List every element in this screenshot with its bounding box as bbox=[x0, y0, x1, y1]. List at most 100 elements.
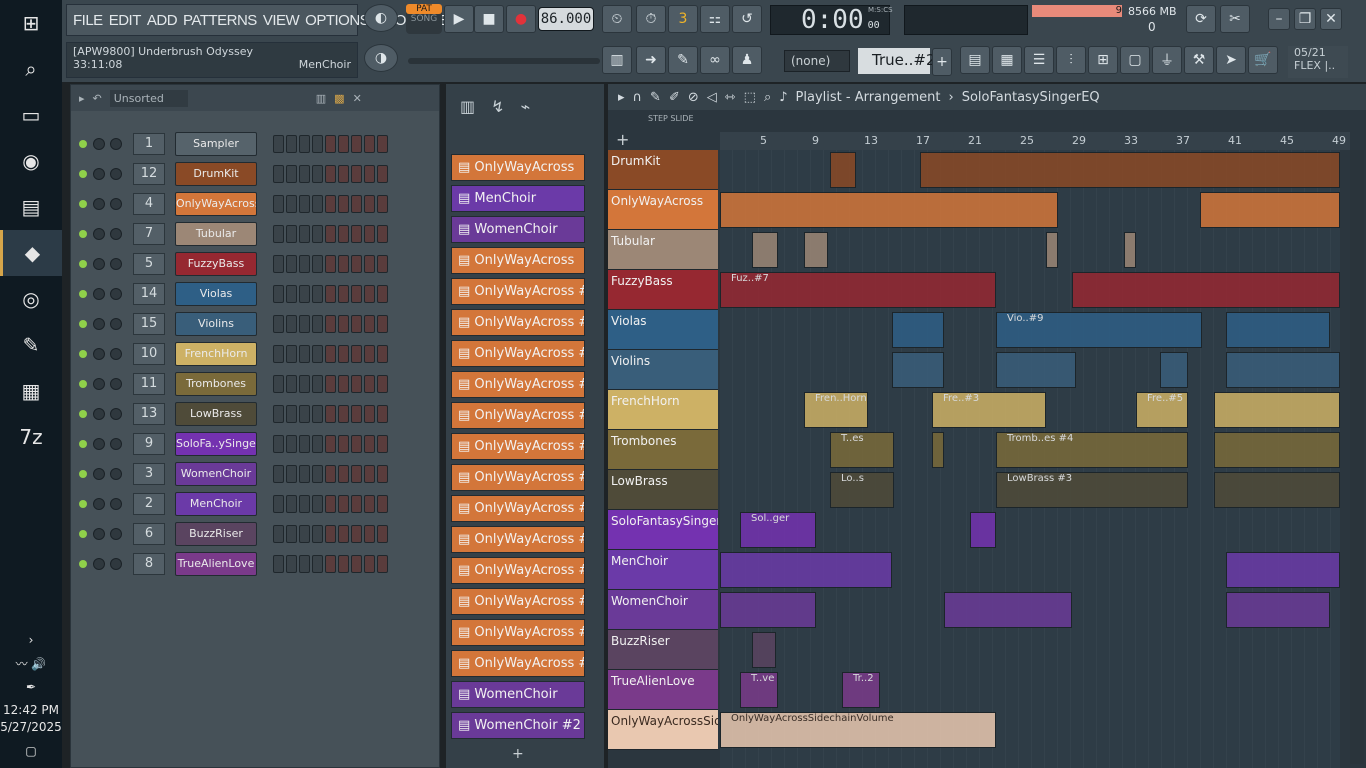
step-button[interactable] bbox=[351, 285, 362, 303]
clip[interactable] bbox=[1226, 552, 1340, 588]
clip[interactable] bbox=[830, 152, 856, 188]
clip[interactable]: Fre..#3 bbox=[932, 392, 1046, 428]
step-button[interactable] bbox=[351, 255, 362, 273]
step-button[interactable] bbox=[299, 195, 310, 213]
select-icon[interactable]: ⬚ bbox=[744, 90, 756, 105]
step-button[interactable] bbox=[364, 165, 375, 183]
link-icon[interactable]: ∞ bbox=[700, 46, 730, 74]
step-button[interactable] bbox=[338, 285, 349, 303]
pattern-item[interactable]: ▤ OnlyWayAcross #6 bbox=[451, 402, 585, 429]
step-button[interactable] bbox=[377, 165, 388, 183]
zoom-icon[interactable]: ⌕ bbox=[764, 90, 771, 105]
step-button[interactable] bbox=[273, 465, 284, 483]
channel-button[interactable]: SoloFa..ySinger bbox=[175, 432, 257, 456]
step-sequencer[interactable] bbox=[269, 165, 388, 183]
step-button[interactable] bbox=[364, 225, 375, 243]
step-button[interactable] bbox=[299, 435, 310, 453]
clip[interactable] bbox=[892, 352, 944, 388]
track-header[interactable]: Violins bbox=[608, 350, 718, 390]
step-button[interactable] bbox=[273, 285, 284, 303]
channel-number[interactable]: 15 bbox=[133, 313, 165, 335]
step-button[interactable] bbox=[364, 255, 375, 273]
mute-led[interactable] bbox=[79, 230, 87, 238]
channel-number[interactable]: 6 bbox=[133, 523, 165, 545]
step-sequencer[interactable] bbox=[269, 495, 388, 513]
step-button[interactable] bbox=[364, 135, 375, 153]
song-position-slider[interactable] bbox=[408, 58, 600, 64]
channel-number[interactable]: 2 bbox=[133, 493, 165, 515]
step-button[interactable] bbox=[325, 165, 336, 183]
track-header[interactable]: FrenchHorn bbox=[608, 390, 718, 430]
step-button[interactable] bbox=[312, 435, 323, 453]
channel-number[interactable]: 8 bbox=[133, 553, 165, 575]
step-sequencer[interactable] bbox=[269, 375, 388, 393]
step-button[interactable] bbox=[312, 315, 323, 333]
channel-button[interactable]: Violas bbox=[175, 282, 257, 306]
step-button[interactable] bbox=[325, 255, 336, 273]
arrow-icon[interactable]: ▸ bbox=[618, 90, 625, 105]
master-volume-knob[interactable]: ◐ bbox=[364, 4, 398, 32]
step-button[interactable] bbox=[338, 135, 349, 153]
step-button[interactable] bbox=[299, 165, 310, 183]
step-button[interactable] bbox=[286, 165, 297, 183]
pattern-item[interactable]: ▤ OnlyWayAcross #4 bbox=[451, 340, 585, 367]
step-button[interactable] bbox=[377, 495, 388, 513]
close-icon[interactable]: ✕ bbox=[353, 92, 362, 105]
pan-knob[interactable] bbox=[93, 468, 105, 480]
channel-button[interactable]: FuzzyBass bbox=[175, 252, 257, 276]
channel-number[interactable]: 13 bbox=[133, 403, 165, 425]
paint-icon[interactable]: ✐ bbox=[669, 90, 680, 105]
step-button[interactable] bbox=[286, 375, 297, 393]
step-button[interactable] bbox=[273, 255, 284, 273]
mute-led[interactable] bbox=[79, 560, 87, 568]
volume-knob[interactable] bbox=[110, 198, 122, 210]
clip[interactable] bbox=[944, 592, 1072, 628]
step-button[interactable] bbox=[377, 285, 388, 303]
clip[interactable] bbox=[996, 352, 1076, 388]
help-icon[interactable]: ➤ bbox=[1216, 46, 1246, 74]
speaker-icon[interactable]: ♪ bbox=[779, 90, 787, 105]
arrow-right-icon[interactable]: ➜ bbox=[636, 46, 666, 74]
clip[interactable] bbox=[1226, 312, 1330, 348]
step-button[interactable] bbox=[364, 525, 375, 543]
volume-knob[interactable] bbox=[110, 468, 122, 480]
volume-knob[interactable] bbox=[110, 528, 122, 540]
step-button[interactable] bbox=[325, 435, 336, 453]
track-header[interactable]: OnlyWayAcross bbox=[608, 190, 718, 230]
volume-knob[interactable] bbox=[110, 258, 122, 270]
channel-row[interactable]: 13 LowBrass bbox=[79, 401, 388, 427]
step-button[interactable] bbox=[338, 555, 349, 573]
track-header[interactable]: BuzzRiser bbox=[608, 630, 718, 670]
clip[interactable] bbox=[1046, 232, 1058, 268]
channel-button[interactable]: BuzzRiser bbox=[175, 522, 257, 546]
step-sequencer[interactable] bbox=[269, 135, 388, 153]
pan-knob[interactable] bbox=[93, 198, 105, 210]
step-button[interactable] bbox=[377, 255, 388, 273]
step-button[interactable] bbox=[312, 375, 323, 393]
firefox-icon[interactable]: ◉ bbox=[0, 138, 62, 184]
step-button[interactable] bbox=[286, 525, 297, 543]
volume-knob[interactable] bbox=[110, 438, 122, 450]
pat-song-toggle[interactable]: PAT SONG bbox=[406, 4, 442, 34]
clip[interactable] bbox=[1214, 392, 1340, 428]
channel-number[interactable]: 11 bbox=[133, 373, 165, 395]
clip[interactable]: OnlyWayAcrossSidechainVolume bbox=[720, 712, 996, 748]
step-button[interactable] bbox=[299, 555, 310, 573]
step-button[interactable] bbox=[338, 255, 349, 273]
step-button[interactable] bbox=[377, 405, 388, 423]
channel-rack-icon[interactable]: ▦ bbox=[992, 46, 1022, 74]
minimize-button[interactable]: – bbox=[1268, 8, 1290, 30]
clip[interactable] bbox=[1214, 432, 1340, 468]
step-button[interactable] bbox=[364, 555, 375, 573]
step-button[interactable] bbox=[325, 495, 336, 513]
pattern-item[interactable]: ▤ OnlyWayAcross #7 bbox=[451, 309, 585, 336]
step-button[interactable] bbox=[312, 255, 323, 273]
step-button[interactable] bbox=[312, 495, 323, 513]
pattern-selector[interactable]: True..#2 bbox=[858, 48, 936, 74]
volume-knob[interactable] bbox=[110, 408, 122, 420]
step-button[interactable] bbox=[351, 315, 362, 333]
7zip-icon[interactable]: 7z bbox=[0, 414, 62, 460]
track-header[interactable]: WomenChoir bbox=[608, 590, 718, 630]
channel-button[interactable]: Trombones bbox=[175, 372, 257, 396]
channel-number[interactable]: 5 bbox=[133, 253, 165, 275]
